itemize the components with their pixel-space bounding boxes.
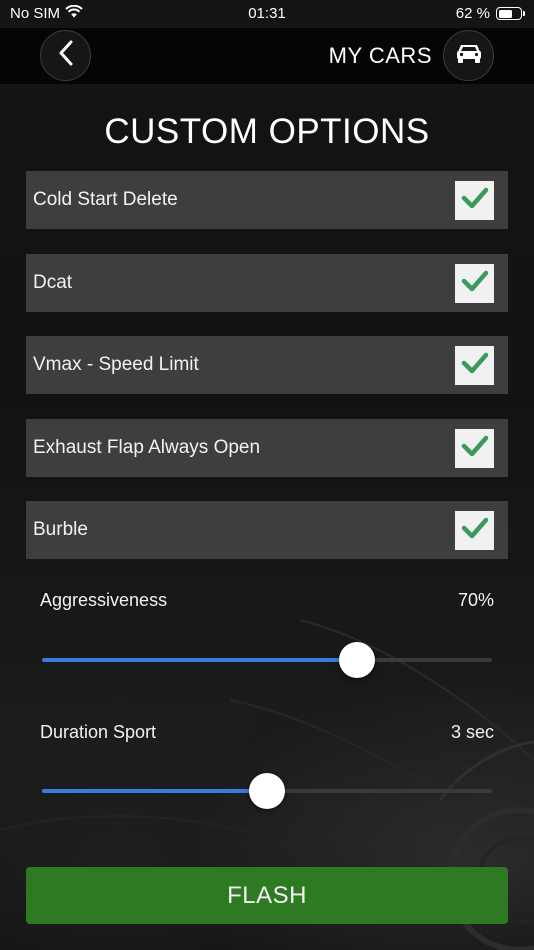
checkmark-icon bbox=[461, 517, 489, 544]
battery-percent: 62 % bbox=[455, 5, 490, 22]
duration-sport-slider-thumb[interactable] bbox=[249, 773, 285, 809]
my-cars-label[interactable]: MY CARS bbox=[329, 43, 432, 69]
duration-sport-slider[interactable] bbox=[42, 773, 492, 809]
duration-sport-label: Duration Sport bbox=[40, 722, 157, 742]
aggressiveness-slider-fill bbox=[42, 658, 357, 662]
checkbox-burble[interactable] bbox=[455, 511, 494, 550]
option-label: Vmax - Speed Limit bbox=[33, 354, 199, 375]
status-right: 62 % bbox=[455, 5, 525, 22]
checkmark-icon bbox=[461, 352, 489, 379]
option-cold-start-delete[interactable]: Cold Start Delete bbox=[26, 171, 508, 229]
aggressiveness-slider[interactable] bbox=[42, 642, 492, 678]
header: MY CARS bbox=[0, 28, 534, 84]
checkbox-vmax-speed-limit[interactable] bbox=[455, 346, 494, 385]
checkbox-dcat[interactable] bbox=[455, 264, 494, 303]
chevron-left-icon bbox=[57, 40, 75, 71]
back-button[interactable] bbox=[40, 30, 91, 81]
aggressiveness-label: Aggressiveness bbox=[40, 590, 168, 610]
duration-sport-value: 3 sec bbox=[450, 722, 494, 742]
option-label: Cold Start Delete bbox=[33, 189, 178, 210]
checkmark-icon bbox=[461, 187, 489, 214]
page-title: CUSTOM OPTIONS bbox=[104, 112, 430, 151]
status-bar: No SIM 01:31 62 % bbox=[0, 0, 534, 28]
my-cars-button[interactable] bbox=[443, 30, 494, 81]
option-label: Burble bbox=[33, 519, 88, 540]
option-vmax-speed-limit[interactable]: Vmax - Speed Limit bbox=[26, 336, 508, 394]
checkbox-cold-start-delete[interactable] bbox=[455, 181, 494, 220]
checkmark-icon bbox=[461, 435, 489, 462]
flash-button[interactable]: FLASH bbox=[26, 867, 508, 924]
checkbox-exhaust-flap-always-open[interactable] bbox=[455, 429, 494, 468]
battery-icon bbox=[496, 7, 525, 20]
battery-level bbox=[498, 9, 512, 18]
option-label: Exhaust Flap Always Open bbox=[33, 437, 261, 458]
duration-sport-slider-fill bbox=[42, 789, 267, 793]
option-burble[interactable]: Burble bbox=[26, 501, 508, 559]
option-label: Dcat bbox=[33, 272, 73, 293]
option-dcat[interactable]: Dcat bbox=[26, 254, 508, 312]
aggressiveness-slider-thumb[interactable] bbox=[339, 642, 375, 678]
status-time: 01:31 bbox=[248, 5, 286, 22]
option-exhaust-flap-always-open[interactable]: Exhaust Flap Always Open bbox=[26, 419, 508, 477]
checkmark-icon bbox=[461, 270, 489, 297]
aggressiveness-value: 70% bbox=[457, 590, 494, 610]
car-icon bbox=[455, 42, 483, 69]
